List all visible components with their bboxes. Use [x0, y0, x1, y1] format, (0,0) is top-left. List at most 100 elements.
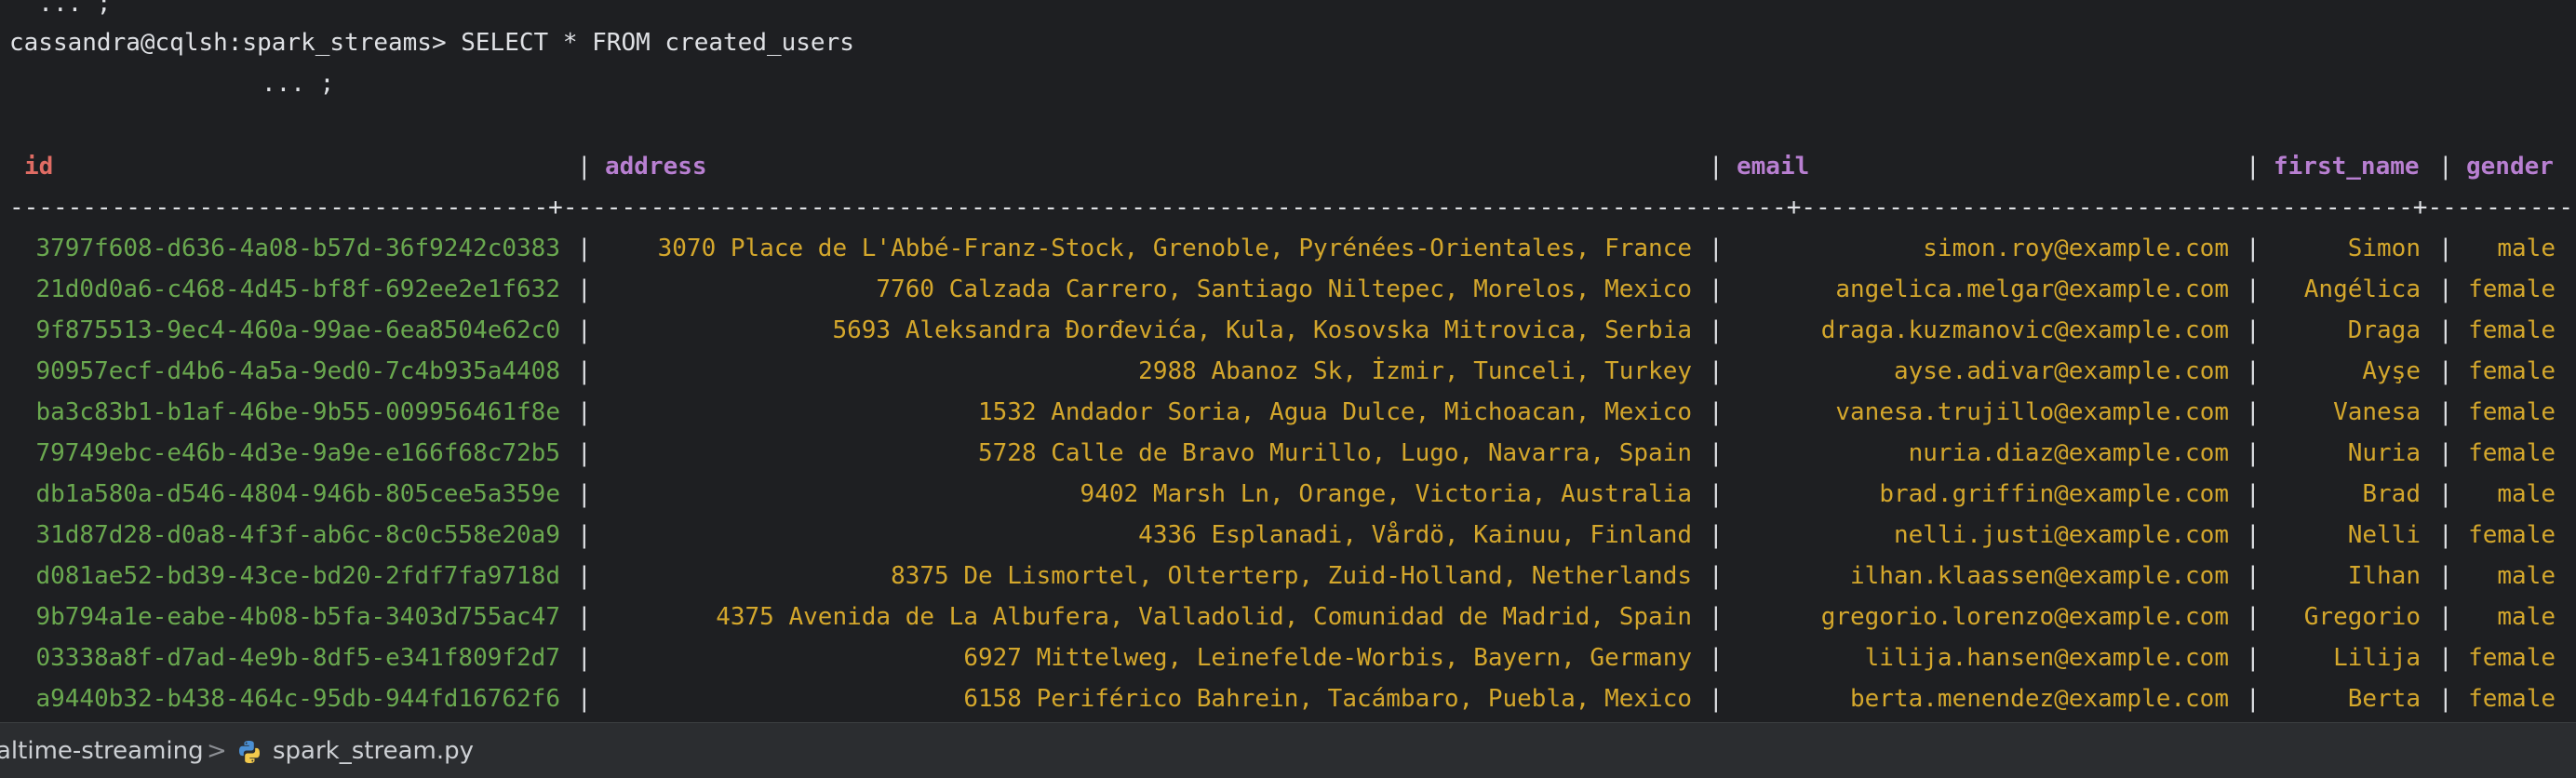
cell-first-name: Ayşe [2362, 357, 2421, 385]
column-divider: | [577, 562, 592, 590]
column-divider: | [1709, 685, 1724, 713]
cell-email: vanesa.trujillo@example.com [1835, 398, 2229, 426]
column-divider: | [577, 357, 592, 385]
column-divider: | [1709, 235, 1724, 262]
column-divider: | [1709, 644, 1724, 672]
column-divider: | [577, 316, 592, 344]
column-divider: | [2438, 439, 2453, 467]
cell-email: ilhan.klaassen@example.com [1850, 562, 2229, 590]
column-divider: | [2246, 644, 2261, 672]
column-divider: | [2246, 685, 2261, 713]
column-divider: | [2438, 153, 2453, 181]
cell-id: d081ae52-bd39-43ce-bd20-2fdf7fa9718d [35, 562, 560, 590]
cell-id: ba3c83b1-b1af-46be-9b55-009956461f8e [35, 398, 560, 426]
breadcrumb-project[interactable]: altime-streaming [0, 723, 204, 778]
cell-first-name: Nelli [2347, 521, 2421, 549]
cell-gender: male [2497, 235, 2556, 262]
column-divider: | [2438, 603, 2453, 631]
breadcrumb-file[interactable]: spark_stream.py [273, 723, 474, 778]
cell-email: lilija.hansen@example.com [1864, 644, 2229, 672]
cell-id: 21d0d0a6-c468-4d45-bf8f-692ee2e1f632 [35, 275, 560, 303]
cell-address: 6927 Mittelweg, Leinefelde-Worbis, Bayer… [963, 644, 1692, 672]
breadcrumb-chevron-icon: > [207, 737, 227, 765]
column-divider: | [577, 275, 592, 303]
column-divider: | [2438, 480, 2453, 508]
column-divider: | [2246, 235, 2261, 262]
cell-first-name: Lilija [2333, 644, 2421, 672]
command-prompt: cassandra@cqlsh:spark_streams> SELECT * … [9, 29, 854, 57]
column-divider: | [577, 153, 592, 181]
cell-id: 90957ecf-d4b6-4a5a-9ed0-7c4b935a4408 [35, 357, 560, 385]
column-header-id: id [24, 153, 54, 181]
cell-gender: female [2468, 316, 2556, 344]
cell-email: angelica.melgar@example.com [1835, 275, 2229, 303]
column-divider: | [1709, 398, 1724, 426]
cell-address: 8375 De Lismortel, Olterterp, Zuid-Holla… [891, 562, 1692, 590]
cell-first-name: Draga [2347, 316, 2421, 344]
cell-address: 5728 Calle de Bravo Murillo, Lugo, Navar… [977, 439, 1692, 467]
cell-first-name: Angélica [2303, 275, 2421, 303]
cell-address: 9402 Marsh Ln, Orange, Victoria, Austral… [1080, 480, 1692, 508]
cell-first-name: Brad [2362, 480, 2421, 508]
continuation-line: ... ; [262, 70, 335, 98]
cell-email: draga.kuzmanovic@example.com [1820, 316, 2229, 344]
cell-gender: male [2497, 562, 2556, 590]
column-divider: | [2246, 562, 2261, 590]
cell-email: simon.roy@example.com [1923, 235, 2229, 262]
cell-address: 3070 Place de L'Abbé-Franz-Stock, Grenob… [657, 235, 1692, 262]
column-divider: | [1709, 439, 1724, 467]
cell-gender: female [2468, 521, 2556, 549]
cell-first-name: Berta [2347, 685, 2421, 713]
column-divider: | [2438, 357, 2453, 385]
cell-address: 7760 Calzada Carrero, Santiago Niltepec,… [876, 275, 1692, 303]
cell-gender: female [2468, 398, 2556, 426]
cell-email: nuria.diaz@example.com [1908, 439, 2229, 467]
column-divider: | [2246, 439, 2261, 467]
cell-id: 03338a8f-d7ad-4e9b-8df5-e341f809f2d7 [35, 644, 560, 672]
cell-address: 1532 Andador Soria, Agua Dulce, Michoaca… [977, 398, 1692, 426]
column-divider: | [1709, 153, 1724, 181]
column-divider: | [577, 685, 592, 713]
cell-gender: male [2497, 480, 2556, 508]
cell-gender: female [2468, 685, 2556, 713]
cell-id: a9440b32-b438-464c-95db-944fd16762f6 [35, 685, 560, 713]
cell-id: db1a580a-d546-4804-946b-805cee5a359e [35, 480, 560, 508]
column-divider: | [577, 235, 592, 262]
python-icon [236, 739, 262, 765]
column-divider: | [2438, 398, 2453, 426]
column-divider: | [577, 644, 592, 672]
cell-address: 5693 Aleksandra Đorđevića, Kula, Kosovsk… [832, 316, 1692, 344]
cell-first-name: Simon [2347, 235, 2421, 262]
cell-first-name: Vanesa [2333, 398, 2421, 426]
cell-id: 9f875513-9ec4-460a-99ae-6ea8504e62c0 [35, 316, 560, 344]
column-divider: | [2246, 357, 2261, 385]
cell-first-name: Gregorio [2303, 603, 2421, 631]
column-divider: | [2246, 153, 2261, 181]
cell-email: nelli.justi@example.com [1893, 521, 2229, 549]
cell-email: ayse.adivar@example.com [1893, 357, 2229, 385]
column-header-gender: gender [2466, 153, 2554, 181]
column-divider: | [2438, 644, 2453, 672]
cell-email: brad.griffin@example.com [1879, 480, 2229, 508]
column-divider: | [2246, 521, 2261, 549]
column-divider: | [577, 480, 592, 508]
column-divider: | [1709, 480, 1724, 508]
continuation-line-top: ... ; [9, 0, 112, 18]
column-divider: | [2246, 316, 2261, 344]
cell-id: 9b794a1e-eabe-4b08-b5fa-3403d755ac47 [35, 603, 560, 631]
cell-id: 31d87d28-d0a8-4f3f-ab6c-8c0c558e20a9 [35, 521, 560, 549]
terminal-output[interactable]: ... ; cassandra@cqlsh:spark_streams> SEL… [0, 0, 2576, 722]
cell-first-name: Ilhan [2347, 562, 2421, 590]
column-divider: | [2438, 685, 2453, 713]
column-divider: | [1709, 603, 1724, 631]
column-divider: | [2438, 275, 2453, 303]
cell-address: 2988 Abanoz Sk, İzmir, Tunceli, Turkey [1138, 357, 1692, 385]
cell-address: 4336 Esplanadi, Vårdö, Kainuu, Finland [1138, 521, 1692, 549]
column-divider: | [1709, 562, 1724, 590]
column-header-first-name: first_name [2274, 153, 2420, 181]
column-divider: | [2246, 603, 2261, 631]
cell-gender: male [2497, 603, 2556, 631]
column-divider: | [1709, 521, 1724, 549]
column-divider: | [2246, 398, 2261, 426]
cell-address: 6158 Periférico Bahrein, Tacámbaro, Pueb… [963, 685, 1692, 713]
